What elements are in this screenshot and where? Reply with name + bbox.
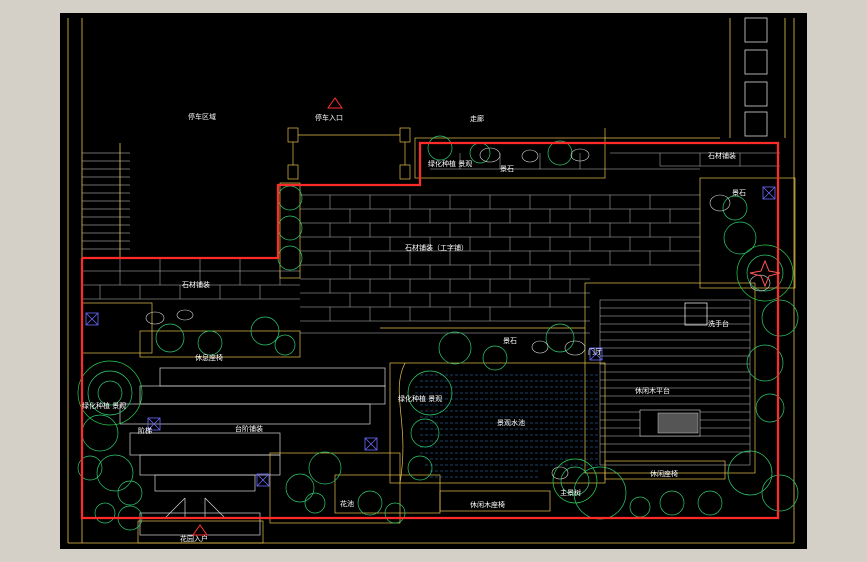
building-outline xyxy=(67,18,795,544)
step-treads xyxy=(119,367,386,536)
garden-plan-svg: 停车区域 停车入口 走廊 景石 石材铺装 绿化种植 景观 景石 石材铺装（工字铺… xyxy=(67,17,799,544)
exterior-stairs xyxy=(82,152,130,250)
label-planting-pond: 绿化种植 景观 xyxy=(398,394,442,403)
label-door: 门厅 xyxy=(588,347,602,356)
label-seat-right: 休闲座椅 xyxy=(650,469,678,478)
label-parking-entrance: 停车入口 xyxy=(315,113,343,122)
label-deck: 休闲木平台 xyxy=(635,386,670,395)
sink-symbol xyxy=(684,302,708,326)
label-bench: 休息座椅 xyxy=(195,353,223,362)
label-walkway: 走廊 xyxy=(470,114,484,123)
cad-drawing-canvas[interactable]: 停车区域 停车入口 走廊 景石 石材铺装 绿化种植 景观 景石 石材铺装（工字铺… xyxy=(60,13,807,549)
label-stone-paving-top: 石材铺装 xyxy=(708,151,736,160)
parking-entrance-marker xyxy=(327,97,343,109)
main-paving-grid xyxy=(82,152,780,334)
label-planting-area-top: 绿化种植 景观 xyxy=(428,159,472,168)
entrance-doors xyxy=(164,497,226,519)
label-pond: 景观水池 xyxy=(497,418,525,427)
label-stone-paving-left: 石材铺装 xyxy=(182,280,210,289)
garden-walls xyxy=(81,127,796,544)
label-planter-box: 花池 xyxy=(340,499,354,508)
label-sink: 洗手台 xyxy=(708,319,729,328)
label-garden-entrance: 花园入户 xyxy=(180,534,208,543)
label-main-paving: 石材铺装（工字铺） xyxy=(405,243,468,252)
tree-star-marker xyxy=(749,259,781,288)
label-main-tree: 主景树 xyxy=(560,488,581,497)
label-step-paving: 台阶铺装 xyxy=(235,424,263,433)
label-wood-bench-bottom: 休闲木座椅 xyxy=(470,500,505,509)
parking-bays xyxy=(744,17,768,137)
label-parking: 停车区域 xyxy=(188,112,216,121)
label-planting-left: 绿化种植 景观 xyxy=(82,401,126,410)
label-stone-1: 景石 xyxy=(500,165,514,173)
garden-entrance-marker xyxy=(192,524,208,536)
label-steps: 阶梯 xyxy=(138,426,152,435)
label-stone-right: 景石 xyxy=(732,189,746,197)
label-stone-mid: 景石 xyxy=(503,337,517,345)
